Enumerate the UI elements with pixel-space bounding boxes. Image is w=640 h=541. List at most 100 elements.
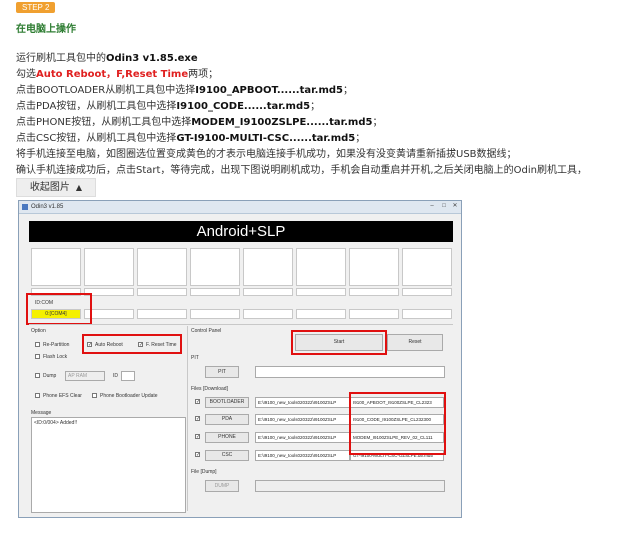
instruction-text: 点击BOOTLOADER从刷机工具包中选择: [16, 85, 196, 96]
idcom-port: [296, 309, 346, 319]
instruction-text: 点击PHONE按钮，从刷机工具包中选择: [16, 117, 192, 128]
idcom-port: [190, 309, 240, 319]
file-checkbox[interactable]: ✓: [195, 399, 200, 405]
re-partition-label: Re-Partition: [43, 342, 70, 348]
collapse-label: 收起图片: [29, 182, 70, 193]
file-checkbox[interactable]: ✓: [195, 416, 200, 422]
options-highlight: [82, 334, 182, 354]
instruction-line: 点击PHONE按钮，从刷机工具包中选择MODEM_I9100ZSLPE.....…: [16, 115, 587, 131]
pit-button[interactable]: PIT: [205, 366, 239, 378]
idcom-port: [243, 309, 293, 319]
device-slot: [402, 248, 452, 286]
device-status: [137, 288, 187, 296]
dump-path-field[interactable]: [255, 480, 445, 492]
instruction-line: 运行刷机工具包中的Odin3 v1.85.exe: [16, 51, 587, 67]
idcom-port: [137, 309, 187, 319]
odin-titlebar: Odin3 v1.85 – □ ✕: [19, 201, 461, 214]
message-box[interactable]: <ID:0/004> Added!!: [31, 417, 186, 513]
maximize-icon[interactable]: □: [439, 203, 449, 210]
odin-banner: Android+SLP: [29, 221, 453, 242]
idcom-highlight: [26, 293, 92, 325]
dump-checkbox[interactable]: [35, 373, 40, 378]
instruction-text: ；: [372, 117, 383, 128]
reset-button[interactable]: Reset: [387, 334, 443, 351]
message-label: Message: [31, 410, 52, 416]
divider: [187, 326, 188, 511]
minimize-icon[interactable]: –: [427, 203, 437, 210]
device-status: [349, 288, 399, 296]
instruction-text: 运行刷机工具包中的: [16, 53, 106, 64]
instruction-text: Auto Reboot: [36, 69, 107, 80]
idcom-port: [402, 309, 452, 319]
divider: [29, 324, 453, 325]
file-path-field[interactable]: E:\I9100_new_tools020322\I9100ZSLP: [255, 450, 350, 461]
flash-lock-label: Flash Lock: [43, 354, 68, 360]
file-button[interactable]: BOOTLOADER: [205, 397, 249, 408]
device-slot: [137, 248, 187, 286]
odin-window: Odin3 v1.85 – □ ✕ Android+SLP ID:COM 0:[…: [18, 200, 462, 518]
file-button[interactable]: PHONE: [205, 432, 249, 443]
phone-efs-clear-label: Phone EFS Clear: [43, 393, 82, 399]
instruction-text: MODEM_I9100ZSLPE......tar.md5: [191, 117, 373, 128]
close-icon[interactable]: ✕: [450, 203, 460, 210]
control-panel-label: Control Panel: [191, 328, 222, 334]
id-label: ID: [113, 373, 118, 379]
instruction-line: 确认手机连接成功后，点击Start，等待完成，出现下图说明刷机成功，手机会自动重…: [16, 163, 587, 179]
files-download-label: Files [Download]: [191, 386, 228, 392]
file-button[interactable]: PDA: [205, 414, 249, 425]
instruction-line: 点击BOOTLOADER从刷机工具包中选择I9100_APBOOT......t…: [16, 83, 587, 99]
instruction-line: 勾选Auto Reboot，F,Reset Time两项；: [16, 67, 587, 83]
instruction-line: 将手机连接至电脑，如图圈选位置变成黄色的才表示电脑连接手机成功，如果没有没变黄请…: [16, 147, 587, 163]
message-text: <ID:0/004> Added!!: [34, 420, 78, 426]
instruction-text: 点击PDA按钮，从刷机工具包中选择: [16, 101, 177, 112]
flash-lock-checkbox[interactable]: [35, 354, 40, 359]
instruction-text: 点击CSC按钮，从刷机工具包中选择: [16, 133, 177, 144]
id-field[interactable]: [121, 371, 135, 381]
device-status: [296, 288, 346, 296]
instruction-text: 勾选: [16, 69, 36, 80]
file-checkbox[interactable]: ✓: [195, 434, 200, 440]
instruction-text: Odin3 v1.85.exe: [106, 53, 198, 64]
idcom-port: [349, 309, 399, 319]
instruction-text: GT-I9100-MULTI-CSC......tar.md5: [176, 133, 356, 144]
device-slot: [243, 248, 293, 286]
file-path-field[interactable]: E:\I9100_new_tools020322\I9100ZSLP: [255, 397, 350, 408]
instruction-text: ；: [355, 133, 366, 144]
file-checkbox[interactable]: ✓: [195, 452, 200, 458]
instruction-text: 将手机连接至电脑，如图圈选位置变成黄色的才表示电脑连接手机成功，如果没有没变黄请…: [16, 149, 517, 160]
instruction-text: 确认手机连接成功后，点击Start，等待完成，出现下图说明刷机成功，手机会自动重…: [16, 165, 587, 176]
instruction-list: 运行刷机工具包中的Odin3 v1.85.exe 勾选Auto Reboot，F,…: [16, 51, 587, 179]
instruction-text: ；: [342, 85, 353, 96]
device-slot: [84, 248, 134, 286]
pit-path-field[interactable]: [255, 366, 445, 378]
dump-label: Dump: [43, 373, 57, 379]
file-dump-label: File [Dump]: [191, 469, 217, 475]
instruction-text: F,Reset Time: [116, 69, 189, 80]
instruction-line: 点击PDA按钮，从刷机工具包中选择I9100_CODE......tar.md5…: [16, 99, 587, 115]
file-button[interactable]: CSC: [205, 450, 249, 461]
option-label: Option: [31, 328, 46, 334]
phone-efs-clear-checkbox[interactable]: [35, 393, 40, 398]
dump-select[interactable]: AP RAM: [65, 371, 105, 381]
pit-group-label: PIT: [191, 355, 199, 361]
odin-title: Odin3 v1.85: [31, 204, 64, 210]
file-path-field[interactable]: E:\I9100_new_tools020322\I9100ZSLP: [255, 432, 350, 443]
device-slot: [190, 248, 240, 286]
device-status: [190, 288, 240, 296]
instruction-text: I9100_APBOOT......tar.md5: [195, 85, 343, 96]
files-highlight: [349, 392, 446, 455]
phone-bootloader-update-label: Phone Bootloader Update: [100, 393, 158, 399]
device-slot: [31, 248, 81, 286]
phone-bootloader-update-checkbox[interactable]: [92, 393, 97, 398]
instruction-text: I9100_CODE......tar.md5: [176, 101, 311, 112]
device-slot: [296, 248, 346, 286]
re-partition-checkbox[interactable]: [35, 342, 40, 347]
dump-button[interactable]: DUMP: [205, 480, 239, 492]
file-path-field[interactable]: E:\I9100_new_tools020322\I9100ZSLP: [255, 414, 350, 425]
instruction-text: ；: [310, 101, 321, 112]
instruction-text: 两项；: [188, 69, 219, 80]
collapse-images-button[interactable]: 收起图片 ▲: [16, 178, 96, 197]
instruction-text: ，: [106, 69, 117, 80]
step-badge: STEP 2: [16, 2, 56, 13]
triangle-up-icon: ▲: [75, 183, 83, 192]
